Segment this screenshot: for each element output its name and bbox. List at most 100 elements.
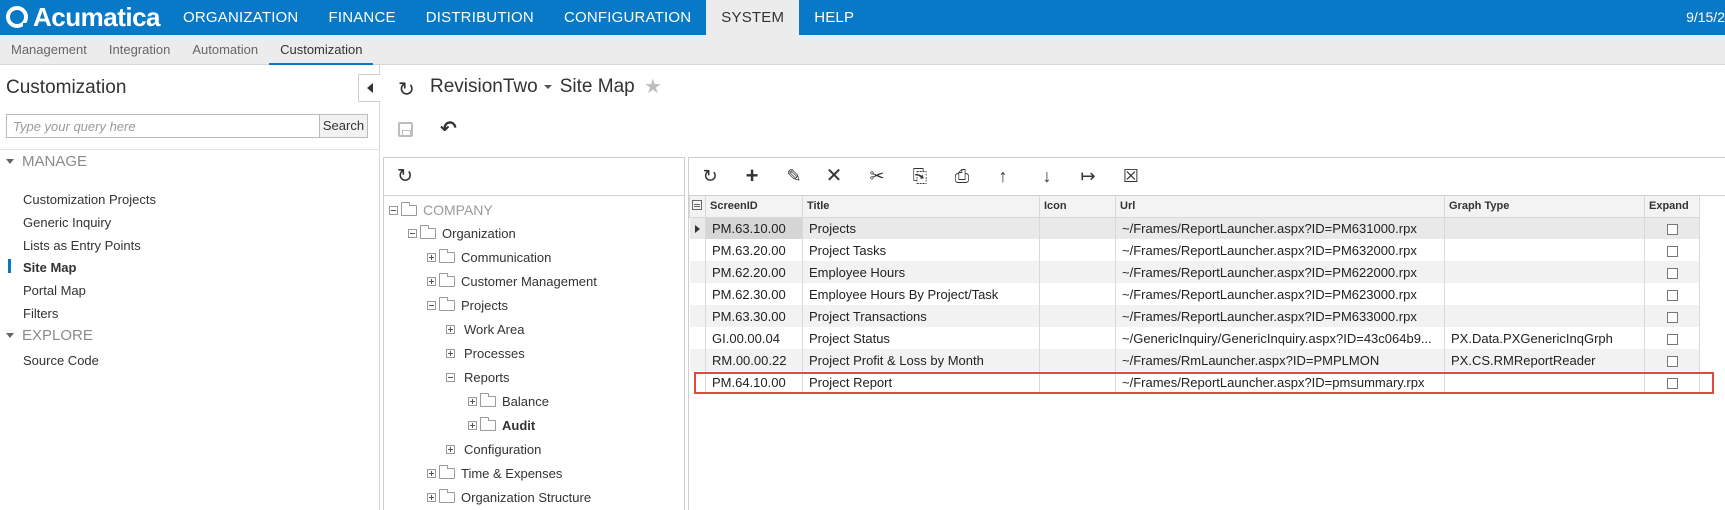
module-configuration[interactable]: CONFIGURATION: [549, 0, 706, 35]
row-selector[interactable]: [689, 261, 706, 283]
row-selector[interactable]: [689, 327, 706, 349]
table-row[interactable]: PM.63.10.00 Projects ~/Frames/ReportLaun…: [689, 217, 1700, 239]
expand-checkbox[interactable]: [1666, 223, 1678, 235]
row-selector[interactable]: [689, 305, 706, 327]
tree-node-communication[interactable]: Communication: [427, 249, 551, 265]
cell-graph-type[interactable]: [1444, 283, 1645, 305]
grid-settings-icon[interactable]: [692, 199, 702, 210]
module-distribution[interactable]: DISTRIBUTION: [411, 0, 549, 35]
cell-screenid[interactable]: RM.00.00.22: [705, 349, 803, 371]
cell-screenid[interactable]: PM.62.30.00: [705, 283, 803, 305]
module-help[interactable]: HELP: [799, 0, 869, 35]
tree-node-reports[interactable]: Reports: [446, 370, 510, 385]
column-header-icon[interactable]: Icon: [1039, 196, 1116, 218]
save-icon[interactable]: [398, 122, 413, 137]
sidebar-item-customization-projects[interactable]: Customization Projects: [23, 192, 156, 207]
column-header-screenid[interactable]: ScreenID: [705, 196, 803, 218]
module-organization[interactable]: ORGANIZATION: [168, 0, 313, 35]
refresh-icon[interactable]: ↻: [699, 166, 721, 186]
export-excel-icon[interactable]: ☒: [1120, 166, 1142, 186]
section-explore[interactable]: EXPLORE: [6, 327, 93, 344]
cell-icon[interactable]: [1039, 327, 1116, 349]
collapse-node-icon[interactable]: [427, 301, 436, 310]
expand-node-icon[interactable]: [427, 277, 436, 286]
sidebar-item-filters[interactable]: Filters: [23, 306, 58, 321]
section-manage[interactable]: MANAGE: [6, 153, 87, 170]
subtab-integration[interactable]: Integration: [98, 35, 181, 65]
acumatica-logo[interactable]: Acumatica: [6, 2, 161, 32]
cell-url[interactable]: ~/Frames/ReportLauncher.aspx?ID=PM633000…: [1115, 305, 1445, 327]
search-button[interactable]: Search: [319, 115, 367, 137]
cell-title[interactable]: Project Profit & Loss by Month: [802, 349, 1040, 371]
expand-node-icon[interactable]: [427, 469, 436, 478]
cell-title[interactable]: Employee Hours: [802, 261, 1040, 283]
sidebar-item-site-map[interactable]: Site Map: [23, 260, 76, 275]
cell-url[interactable]: ~/Frames/ReportLauncher.aspx?ID=PM623000…: [1115, 283, 1445, 305]
cell-screenid[interactable]: PM.63.30.00: [705, 305, 803, 327]
cell-url[interactable]: ~/Frames/RmLauncher.aspx?ID=PMPLMON: [1115, 349, 1445, 371]
module-system[interactable]: SYSTEM: [706, 0, 800, 35]
cell-icon[interactable]: [1039, 239, 1116, 261]
tree-node-company[interactable]: COMPANY: [389, 201, 493, 218]
cell-graph-type[interactable]: PX.Data.PXGenericInqGrph: [1444, 327, 1645, 349]
project-selector[interactable]: RevisionTwo: [430, 76, 538, 98]
expand-node-icon[interactable]: [446, 445, 455, 454]
cell-icon[interactable]: [1039, 305, 1116, 327]
row-selector[interactable]: [689, 371, 706, 393]
cut-icon[interactable]: ✂: [866, 166, 888, 186]
cell-screenid[interactable]: PM.62.20.00: [705, 261, 803, 283]
table-row[interactable]: PM.64.10.00 Project Report ~/Frames/Repo…: [689, 371, 1700, 393]
tree-node-work-area[interactable]: Work Area: [446, 322, 524, 337]
cell-icon[interactable]: [1039, 349, 1116, 371]
row-selector[interactable]: [689, 239, 706, 261]
tree-node-time-expenses[interactable]: Time & Expenses: [427, 465, 562, 481]
row-selector[interactable]: [689, 283, 706, 305]
table-row[interactable]: RM.00.00.22 Project Profit & Loss by Mon…: [689, 349, 1700, 371]
cell-title[interactable]: Projects: [802, 217, 1040, 239]
chevron-down-icon[interactable]: [543, 85, 552, 89]
subtab-management[interactable]: Management: [0, 35, 98, 65]
expand-node-icon[interactable]: [427, 493, 436, 502]
paste-icon[interactable]: ⎙: [951, 166, 973, 186]
cell-title[interactable]: Project Status: [802, 327, 1040, 349]
cell-icon[interactable]: [1039, 371, 1116, 393]
expand-node-icon[interactable]: [468, 421, 477, 430]
add-icon[interactable]: +: [741, 165, 763, 187]
cell-graph-type[interactable]: [1444, 305, 1645, 327]
tree-node-organization[interactable]: Organization: [408, 225, 516, 241]
table-row[interactable]: PM.63.30.00 Project Transactions ~/Frame…: [689, 305, 1700, 327]
edit-icon[interactable]: ✎: [783, 166, 805, 186]
column-header-url[interactable]: Url: [1115, 196, 1445, 218]
cell-title[interactable]: Project Tasks: [802, 239, 1040, 261]
cell-screenid[interactable]: PM.63.10.00: [705, 217, 803, 239]
copy-icon[interactable]: ⎘: [909, 166, 931, 186]
move-up-icon[interactable]: ↑: [992, 166, 1014, 186]
table-row[interactable]: PM.62.20.00 Employee Hours ~/Frames/Repo…: [689, 261, 1700, 283]
expand-checkbox[interactable]: [1666, 355, 1678, 367]
column-header-title[interactable]: Title: [802, 196, 1040, 218]
collapse-sidebar-button[interactable]: [358, 74, 380, 102]
expand-node-icon[interactable]: [427, 253, 436, 262]
tree-refresh-icon[interactable]: ↻: [397, 165, 413, 188]
tree-node-configuration[interactable]: Configuration: [446, 442, 541, 457]
expand-node-icon[interactable]: [446, 349, 455, 358]
cell-icon[interactable]: [1039, 217, 1116, 239]
tree-node-organization-structure[interactable]: Organization Structure: [427, 489, 591, 505]
cell-graph-type[interactable]: [1444, 239, 1645, 261]
column-header-graph-type[interactable]: Graph Type: [1444, 196, 1645, 218]
expand-checkbox[interactable]: [1666, 377, 1678, 389]
collapse-node-icon[interactable]: [446, 373, 455, 382]
cell-screenid[interactable]: PM.64.10.00: [705, 371, 803, 393]
cell-title[interactable]: Project Transactions: [802, 305, 1040, 327]
expand-node-icon[interactable]: [446, 325, 455, 334]
favorite-star-icon[interactable]: ★: [644, 74, 662, 99]
fit-columns-icon[interactable]: ↦: [1077, 166, 1099, 186]
expand-checkbox[interactable]: [1666, 267, 1678, 279]
cell-graph-type[interactable]: [1444, 261, 1645, 283]
cell-url[interactable]: ~/Frames/ReportLauncher.aspx?ID=PM632000…: [1115, 239, 1445, 261]
sidebar-item-lists-as-entry-points[interactable]: Lists as Entry Points: [23, 238, 141, 253]
sidebar-item-source-code[interactable]: Source Code: [23, 353, 99, 368]
tree-node-projects[interactable]: Projects: [427, 297, 508, 313]
collapse-node-icon[interactable]: [408, 229, 417, 238]
expand-node-icon[interactable]: [468, 397, 477, 406]
